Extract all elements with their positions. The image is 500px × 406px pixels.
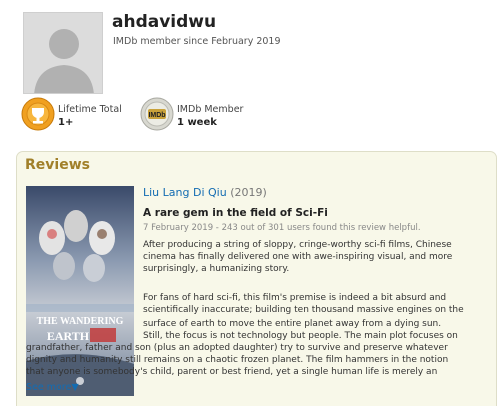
review-text-line: For fans of hard sci-fi, this film's pre… — [143, 293, 447, 303]
film-title-link[interactable]: Liu Lang Di Qiu — [143, 186, 227, 199]
badge-imdb-member: IMDb IMDb Member 1 week — [140, 97, 270, 137]
review-paragraph-1: After producing a string of sloppy, crin… — [143, 239, 488, 275]
default-avatar-icon — [24, 13, 102, 93]
review-text-line: cinema has finally delivered one with aw… — [143, 252, 453, 262]
badge-title: Lifetime Total — [58, 104, 122, 115]
review-text-line: surface of earth to move the entire plan… — [143, 319, 442, 329]
reviews-heading: Reviews — [25, 157, 90, 173]
avatar — [23, 12, 103, 94]
username: ahdavidwu — [112, 12, 217, 32]
review-title: A rare gem in the field of Sci-Fi — [143, 207, 328, 219]
review-paragraph-3: surface of earth to move the entire plan… — [26, 318, 494, 378]
review-text-line: Still, the focus is not technology but p… — [143, 331, 458, 341]
badge-title: IMDb Member — [177, 104, 244, 115]
review-text-line: dignity and humanity still remains on a … — [26, 355, 449, 365]
reviews-section: Reviews THE WANDERING EARTH Liu Lang Di … — [16, 151, 497, 406]
svg-text:IMDb: IMDb — [148, 112, 165, 119]
badge-lifetime-total: Lifetime Total 1+ — [21, 97, 141, 137]
see-more-link[interactable]: See more▼ — [26, 382, 79, 393]
review-text-line: grandfather, father and son (plus an ado… — [26, 343, 448, 353]
trophy-medal-icon — [21, 97, 55, 131]
review-text-line: After producing a string of sloppy, crin… — [143, 240, 452, 250]
member-since-text: IMDb member since February 2019 — [113, 36, 281, 47]
review-paragraph-2: For fans of hard sci-fi, this film's pre… — [143, 292, 488, 316]
film-year: (2019) — [230, 186, 267, 199]
imdb-medal-icon: IMDb — [140, 97, 174, 131]
badge-value: 1+ — [58, 117, 74, 128]
review-meta: 7 February 2019 - 243 out of 301 users f… — [143, 223, 421, 233]
badge-value: 1 week — [177, 117, 217, 128]
review-text-line: surprisingly, a humanizing story. — [143, 264, 290, 274]
film-line: Liu Lang Di Qiu (2019) — [143, 186, 267, 199]
review-text-line: that anyone is somebody's child, parent … — [26, 367, 438, 377]
review-text-line: scientifically inaccurate; building ten … — [143, 305, 464, 315]
